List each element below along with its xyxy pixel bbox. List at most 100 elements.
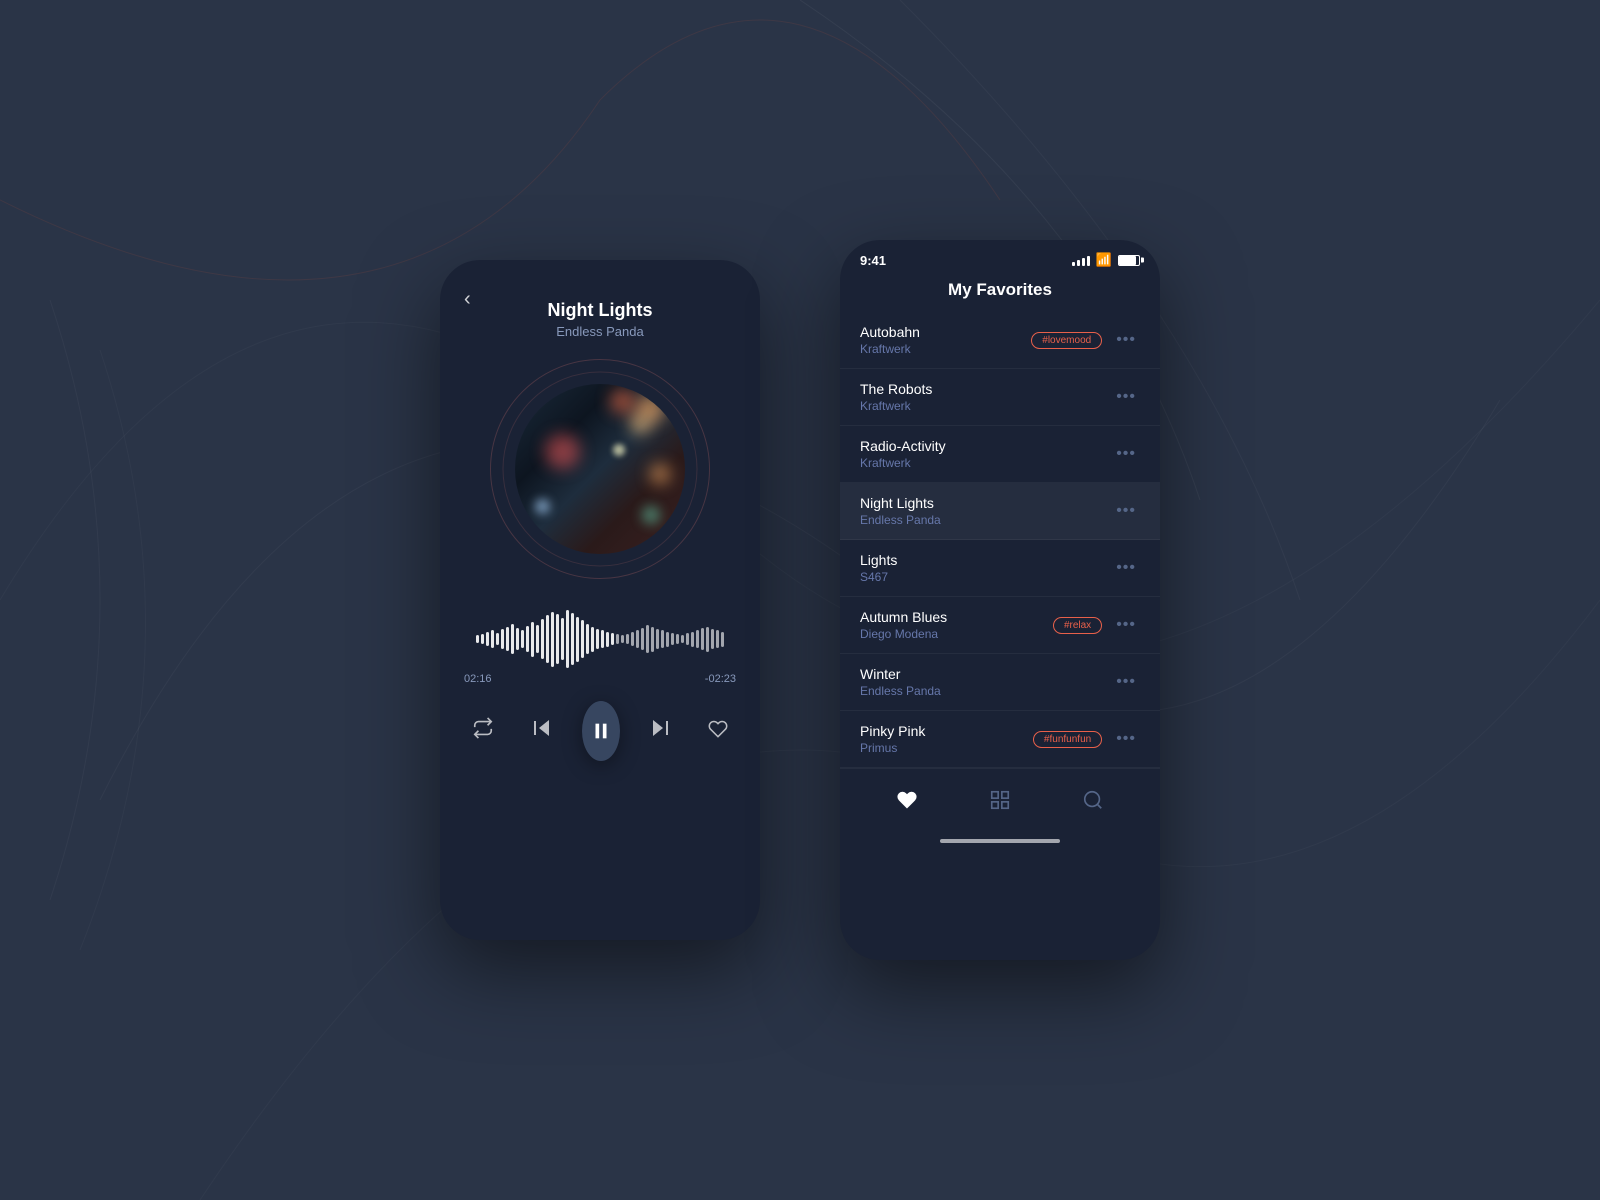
bokeh-5 — [545, 434, 580, 469]
song-item-0[interactable]: Autobahn Kraftwerk#lovemood ••• — [840, 312, 1160, 369]
song-item-5[interactable]: Autumn Blues Diego Modena#relax ••• — [840, 597, 1160, 654]
song-artist-4: S467 — [860, 570, 1112, 584]
song-artist-5: Diego Modena — [860, 627, 1053, 641]
status-bar: 9:41 📶 — [840, 240, 1160, 276]
song-item-6[interactable]: Winter Endless Panda••• — [840, 654, 1160, 711]
more-button-5[interactable]: ••• — [1112, 612, 1140, 638]
wave-bar-44 — [696, 630, 699, 648]
more-button-6[interactable]: ••• — [1112, 669, 1140, 695]
bokeh-7 — [613, 444, 625, 456]
wave-bar-15 — [551, 612, 554, 667]
wave-bar-14 — [546, 615, 549, 663]
status-icons: 📶 — [1072, 252, 1140, 268]
bokeh-3 — [610, 389, 635, 414]
more-button-3[interactable]: ••• — [1112, 498, 1140, 524]
next-button[interactable] — [640, 708, 680, 754]
song-list: AutobahnKraftwerk#lovemood•••The RobotsK… — [840, 312, 1160, 768]
song-item-2[interactable]: Radio-ActivityKraftwerk••• — [840, 426, 1160, 483]
wave-bar-0 — [476, 635, 479, 643]
song-info-6: Winter Endless Panda — [860, 666, 1112, 698]
song-info-4: LightsS467 — [860, 552, 1112, 584]
repeat-button[interactable] — [464, 709, 502, 753]
song-info-1: The Robots Kraftwerk — [860, 381, 1112, 413]
wave-bar-38 — [666, 632, 669, 647]
song-tag-0: #lovemood — [1031, 332, 1102, 349]
wave-bar-36 — [656, 629, 659, 649]
song-artist-2: Kraftwerk — [860, 456, 1112, 470]
song-item-7[interactable]: Pinky PinkPrimus#funfunfun••• — [840, 711, 1160, 768]
song-name-0: Autobahn — [860, 324, 1031, 340]
wave-bar-4 — [496, 633, 499, 645]
more-button-4[interactable]: ••• — [1112, 555, 1140, 581]
wave-bar-30 — [626, 634, 629, 644]
wave-bar-29 — [621, 635, 624, 643]
song-tag-5: #relax — [1053, 617, 1102, 634]
wave-bar-48 — [716, 630, 719, 648]
wave-bar-28 — [616, 634, 619, 644]
wave-bar-7 — [511, 624, 514, 654]
wave-bar-33 — [641, 628, 644, 650]
more-button-1[interactable]: ••• — [1112, 384, 1140, 410]
song-name-1: The Robots — [860, 381, 1112, 397]
bottom-nav — [840, 768, 1160, 833]
pause-button[interactable] — [582, 701, 620, 761]
wave-bar-45 — [701, 628, 704, 650]
song-artist-3: Endless Panda — [860, 513, 1112, 527]
album-art — [515, 384, 685, 554]
wave-bar-27 — [611, 633, 614, 645]
song-info-7: Pinky PinkPrimus — [860, 723, 1033, 755]
time-remaining: -02:23 — [705, 673, 736, 685]
nav-browse-button[interactable] — [983, 783, 1017, 823]
more-button-7[interactable]: ••• — [1112, 726, 1140, 752]
wave-bar-22 — [586, 624, 589, 654]
player-phone: ‹ Night Lights Endless Panda — [440, 260, 760, 940]
prev-button[interactable] — [522, 708, 562, 754]
more-button-2[interactable]: ••• — [1112, 441, 1140, 467]
song-artist-6: Endless Panda — [860, 684, 1112, 698]
battery-icon — [1118, 255, 1140, 266]
wave-bar-1 — [481, 634, 484, 644]
song-item-3[interactable]: Night LightsEndless Panda••• — [840, 483, 1160, 540]
status-time: 9:41 — [860, 253, 886, 268]
wave-bar-6 — [506, 627, 509, 651]
wave-bar-21 — [581, 620, 584, 658]
song-item-1[interactable]: The Robots Kraftwerk••• — [840, 369, 1160, 426]
waveform-container[interactable] — [464, 609, 736, 669]
back-button[interactable]: ‹ — [464, 288, 471, 311]
song-artist-7: Primus — [860, 741, 1033, 755]
wave-bar-12 — [536, 625, 539, 653]
wave-bar-24 — [596, 629, 599, 649]
signal-icon — [1072, 254, 1090, 266]
wave-bar-31 — [631, 632, 634, 646]
song-artist-0: Kraftwerk — [860, 342, 1031, 356]
song-name-6: Winter — [860, 666, 1112, 682]
nav-favorites-button[interactable] — [890, 783, 924, 823]
song-item-4[interactable]: LightsS467••• — [840, 540, 1160, 597]
wave-bar-46 — [706, 627, 709, 652]
album-art-container — [490, 359, 710, 579]
song-info-2: Radio-ActivityKraftwerk — [860, 438, 1112, 470]
player-title: Night Lights Endless Panda — [548, 300, 653, 339]
time-row: 02:16 -02:23 — [464, 673, 736, 685]
bokeh-8 — [642, 506, 660, 524]
wave-bar-9 — [521, 630, 524, 648]
wave-bar-5 — [501, 629, 504, 649]
bokeh-2 — [630, 414, 650, 434]
player-controls — [464, 701, 736, 761]
wave-bar-37 — [661, 630, 664, 648]
heart-button[interactable] — [700, 711, 736, 752]
wave-bar-10 — [526, 626, 529, 652]
more-button-0[interactable]: ••• — [1112, 327, 1140, 353]
song-name-5: Autumn Blues — [860, 609, 1053, 625]
wave-bar-26 — [606, 632, 609, 647]
nav-search-button[interactable] — [1076, 783, 1110, 823]
bokeh-4 — [535, 499, 550, 514]
wave-bar-40 — [676, 634, 679, 644]
phones-container: ‹ Night Lights Endless Panda — [440, 240, 1160, 960]
wave-bar-20 — [576, 617, 579, 662]
wave-bar-16 — [556, 614, 559, 664]
wave-bar-11 — [531, 622, 534, 657]
wave-bar-13 — [541, 619, 544, 659]
song-artist-1: Kraftwerk — [860, 399, 1112, 413]
time-current: 02:16 — [464, 673, 492, 685]
